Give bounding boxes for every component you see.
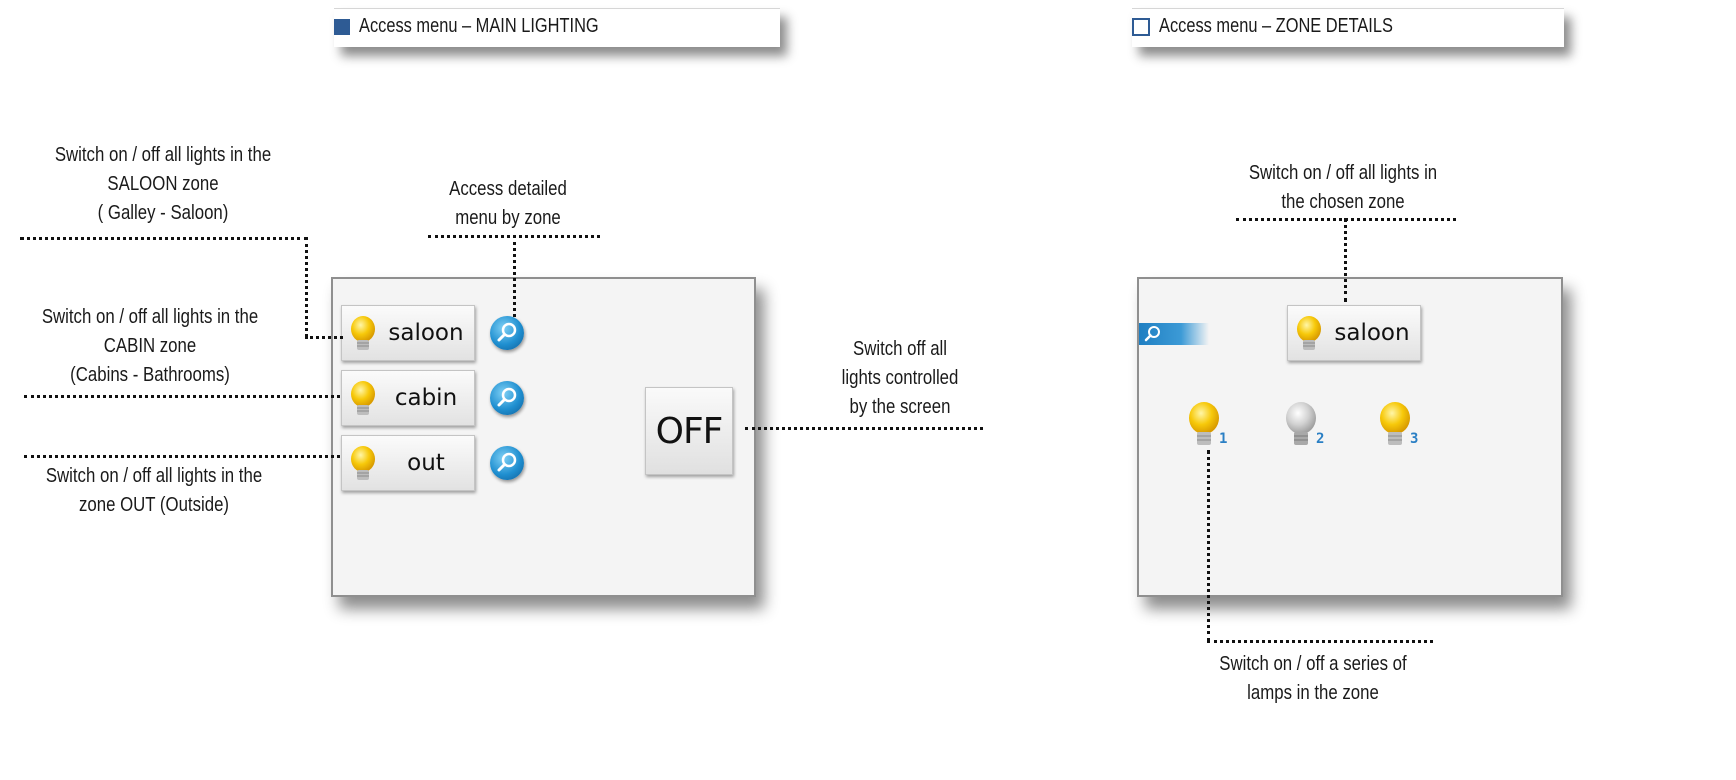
out-zoom-button[interactable]	[490, 446, 524, 480]
bulb-on-icon	[1297, 316, 1321, 350]
off-leader	[745, 427, 983, 430]
saloon-zoom-button[interactable]	[490, 316, 524, 350]
chosen-zone-annotation: Switch on / off all lights in the chosen…	[1248, 162, 1438, 213]
cabin-leader	[24, 395, 340, 398]
magnifier-icon	[1144, 326, 1160, 342]
saloon-zone-button[interactable]: saloon	[341, 305, 475, 361]
filled-square-icon	[334, 18, 350, 35]
saloon-leader-drop	[305, 237, 308, 337]
outline-square-icon	[1132, 17, 1150, 36]
chosen-zone-leader-drop	[1344, 218, 1347, 302]
cabin-zone-label: cabin	[394, 385, 458, 411]
out-zone-button[interactable]: out	[341, 435, 475, 491]
saloon-zone-annotation: Switch on / off all lights in the SALOON…	[54, 144, 272, 224]
main-lighting-header: Access menu – MAIN LIGHTING	[334, 8, 780, 47]
magnifier-icon	[497, 387, 517, 407]
cabin-zone-annotation: Switch on / off all lights in the CABIN …	[41, 306, 259, 386]
lamp-3-number: 3	[1410, 431, 1419, 447]
saloon-zone-label: saloon	[388, 320, 464, 346]
lamp-3-button[interactable]: 3	[1378, 401, 1426, 457]
access-leader-drop	[513, 235, 516, 317]
off-all-button[interactable]: OFF	[645, 387, 733, 475]
zone-details-screen: saloon 1 2 3	[1137, 277, 1563, 597]
bulb-on-icon	[1189, 402, 1219, 445]
cabin-zoom-button[interactable]	[490, 381, 524, 415]
main-lighting-header-text: Access menu – MAIN LIGHTING	[359, 15, 599, 37]
out-zone-label: out	[407, 450, 445, 476]
out-zone-annotation: Switch on / off all lights in the zone O…	[45, 465, 263, 516]
off-all-label: OFF	[655, 410, 724, 452]
chosen-zone-button[interactable]: saloon	[1287, 305, 1421, 361]
out-leader	[24, 455, 340, 458]
magnifier-icon	[497, 452, 517, 472]
series-lamps-annotation: Switch on / off a series of lamps in the…	[1219, 653, 1407, 704]
saloon-leader-top	[20, 237, 308, 240]
lamp-1-button[interactable]: 1	[1187, 401, 1235, 457]
zone-details-header: Access menu – ZONE DETAILS	[1132, 8, 1564, 47]
cabin-zone-button[interactable]: cabin	[341, 370, 475, 426]
lamp-1-number: 1	[1219, 431, 1228, 447]
magnifier-icon	[497, 322, 517, 342]
bulb-on-icon	[351, 446, 375, 480]
bulb-on-icon	[1380, 402, 1410, 445]
zone-search-strip[interactable]	[1139, 323, 1209, 345]
lamps-leader-bottom	[1207, 640, 1433, 643]
chosen-zone-label: saloon	[1334, 320, 1410, 346]
saloon-leader-end	[305, 336, 343, 339]
access-detail-annotation: Access detailed menu by zone	[449, 178, 567, 229]
switch-off-all-annotation: Switch off all lights controlled by the …	[841, 338, 959, 418]
bulb-on-icon	[351, 316, 375, 350]
main-lighting-screen: saloon cabin out OFF	[331, 277, 756, 597]
bulb-on-icon	[351, 381, 375, 415]
lamp-2-button[interactable]: 2	[1284, 401, 1332, 457]
lamps-leader-drop	[1207, 450, 1210, 642]
bulb-off-icon	[1286, 402, 1316, 445]
zone-details-header-text: Access menu – ZONE DETAILS	[1159, 15, 1393, 37]
lamp-2-number: 2	[1316, 431, 1325, 447]
